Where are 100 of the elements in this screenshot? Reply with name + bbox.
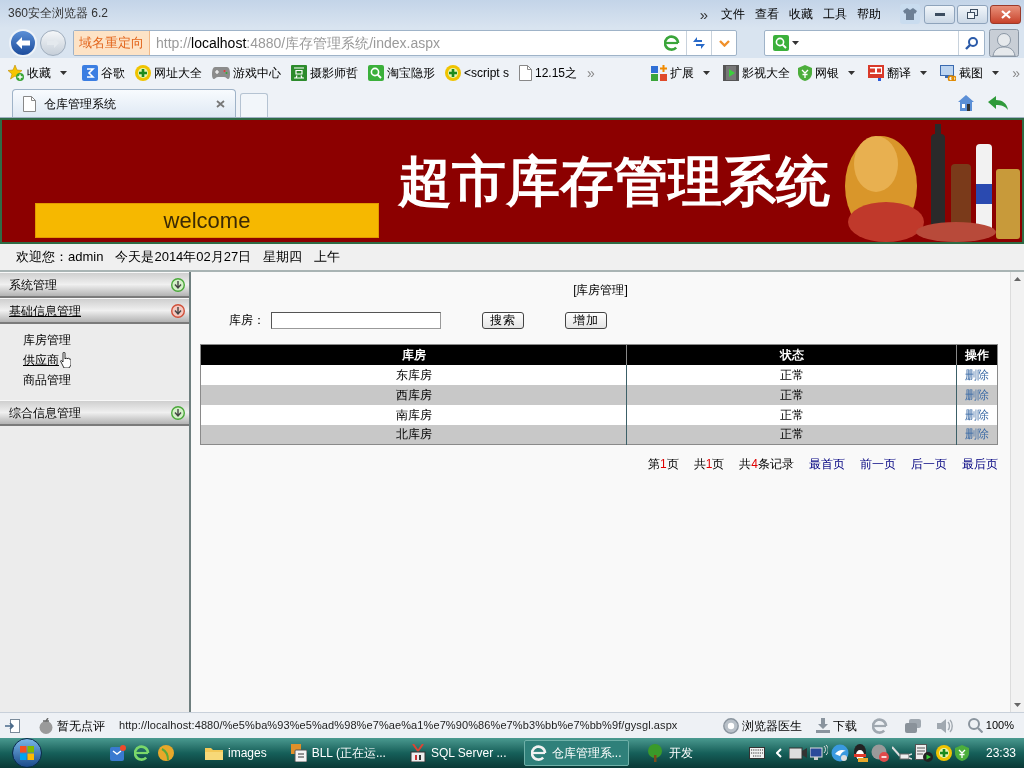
taskbar-button[interactable]: 开发: [638, 740, 700, 766]
bird-icon[interactable]: [830, 744, 849, 762]
media-icon[interactable]: [914, 744, 933, 762]
sidebar-link[interactable]: 库房管理: [23, 331, 71, 349]
login-icon[interactable]: [5, 718, 20, 733]
sidebar-section-header[interactable]: 基础信息管理: [0, 298, 189, 324]
form-button[interactable]: 搜索: [482, 311, 524, 329]
menu-item[interactable]: 文件: [716, 5, 750, 23]
bookmark-item[interactable]: 游戏中心: [233, 64, 281, 82]
zoom-icon[interactable]: [967, 718, 983, 733]
refresh-icon[interactable]: [692, 37, 706, 49]
pagination-link[interactable]: 最后页: [962, 455, 998, 473]
screen-icon[interactable]: [940, 65, 957, 81]
search-icon[interactable]: [368, 65, 384, 81]
shield-icon[interactable]: [954, 745, 969, 761]
delete-link[interactable]: 删除: [965, 367, 989, 382]
disc-badge-icon[interactable]: [870, 744, 889, 762]
bookmark-item[interactable]: 摄影师哲: [310, 64, 358, 82]
download-icon[interactable]: [815, 718, 830, 733]
doctor-text[interactable]: 浏览器医生: [741, 716, 802, 735]
star-icon[interactable]: [8, 65, 24, 81]
restore-button[interactable]: [957, 4, 988, 24]
bookmark-item[interactable]: 淘宝隐形: [387, 64, 435, 82]
close-icon[interactable]: [216, 99, 225, 108]
penguin-icon[interactable]: [851, 744, 868, 762]
delete-link[interactable]: 删除: [965, 427, 989, 442]
bookmark-item[interactable]: 12.15之: [535, 64, 578, 82]
sidebar-section-title[interactable]: 系统管理: [9, 275, 57, 294]
camera-icon[interactable]: [788, 746, 807, 760]
bookmark-item[interactable]: 谷歌: [101, 64, 125, 82]
grid-icon[interactable]: [651, 65, 668, 81]
caret-icon[interactable]: [703, 71, 711, 75]
toolbar-item[interactable]: 扩展: [670, 64, 695, 82]
toolbar-item[interactable]: 翻译: [887, 64, 912, 82]
download-text[interactable]: 下载: [832, 716, 857, 735]
arrow-circle-icon[interactable]: [171, 303, 185, 318]
curved-arrow-icon[interactable]: [988, 95, 1008, 110]
taskbar-button[interactable]: BLL (正在运...: [283, 740, 393, 766]
arrow-circle-icon[interactable]: [171, 405, 185, 420]
bookmark-item[interactable]: 收藏: [27, 64, 51, 82]
caret-icon[interactable]: [992, 71, 1000, 75]
restore-icon[interactable]: [967, 9, 978, 19]
sidebar-section-title[interactable]: 基础信息管理: [9, 301, 81, 320]
page-icon[interactable]: [519, 65, 532, 81]
chevron-left-icon[interactable]: [775, 748, 782, 758]
menu-item[interactable]: 工具: [818, 5, 852, 23]
film-icon[interactable]: [723, 65, 740, 81]
mail-icon[interactable]: [110, 745, 126, 761]
plus-circle-icon[interactable]: [935, 745, 952, 761]
up-triangle-icon[interactable]: [1014, 277, 1021, 281]
sidebar-section-header[interactable]: 综合信息管理: [0, 400, 189, 426]
book-icon[interactable]: [868, 65, 885, 81]
sidebar-section-title[interactable]: 综合信息管理: [9, 403, 81, 422]
minimize-icon[interactable]: [934, 12, 945, 16]
taskbar-button[interactable]: images: [198, 740, 274, 766]
pagination-link[interactable]: 前一页: [860, 455, 896, 473]
toolbar-item[interactable]: 影视大全: [742, 64, 791, 82]
back-button[interactable]: [9, 29, 37, 57]
arrow-circle-icon[interactable]: [171, 277, 185, 292]
caret-icon[interactable]: [792, 41, 799, 45]
caret-icon[interactable]: [920, 71, 928, 75]
start-button[interactable]: [12, 738, 42, 768]
zoom-level[interactable]: 100%: [985, 717, 1014, 734]
browser-tab[interactable]: 仓库管理系统: [12, 89, 236, 117]
gamepad-icon[interactable]: [212, 67, 230, 79]
caret-icon[interactable]: [848, 71, 856, 75]
caret-icon[interactable]: [60, 71, 67, 75]
pagination-link[interactable]: 后一页: [911, 455, 947, 473]
menu-item[interactable]: 收藏: [784, 5, 818, 23]
back-arrow-icon[interactable]: [16, 37, 30, 49]
menu-item[interactable]: 帮助: [852, 5, 886, 23]
warehouse-input[interactable]: [271, 311, 441, 329]
delete-link[interactable]: 删除: [965, 387, 989, 402]
toolbar-item[interactable]: 截图: [959, 64, 984, 82]
scrollbar[interactable]: [1010, 272, 1024, 712]
clock-text[interactable]: 23:33: [985, 744, 1016, 762]
bookmark-item[interactable]: 网址大全: [154, 64, 202, 82]
down-triangle-icon[interactable]: [1014, 703, 1021, 707]
network-icon[interactable]: [809, 745, 828, 761]
pagination-link[interactable]: 最首页: [809, 455, 845, 473]
minimize-button[interactable]: [924, 4, 955, 24]
tile-icon[interactable]: [82, 65, 98, 81]
search-icon[interactable]: [965, 36, 978, 50]
plus-circle-icon[interactable]: [135, 65, 151, 81]
e-icon[interactable]: [664, 35, 680, 51]
tile-icon[interactable]: [291, 65, 307, 81]
form-button[interactable]: 增加: [565, 311, 607, 329]
target-icon[interactable]: [722, 717, 739, 734]
taskbar-button[interactable]: 仓库管理系...: [523, 740, 629, 766]
toolbar-item[interactable]: 网银: [815, 64, 840, 82]
sidebar-link[interactable]: 供应商: [23, 351, 59, 369]
close-button[interactable]: [990, 4, 1021, 24]
ball-icon[interactable]: [158, 745, 174, 761]
sidebar-section-header[interactable]: 系统管理: [0, 272, 189, 298]
plug-icon[interactable]: [891, 745, 912, 761]
address-field[interactable]: http://localhost:4880/库存管理系统/index.aspx: [156, 32, 664, 54]
menu-overflow-button[interactable]: »: [699, 6, 708, 22]
home-icon[interactable]: [958, 94, 974, 111]
taskbar-button[interactable]: SQL Server ...: [402, 740, 514, 766]
delete-link[interactable]: 删除: [965, 407, 989, 422]
